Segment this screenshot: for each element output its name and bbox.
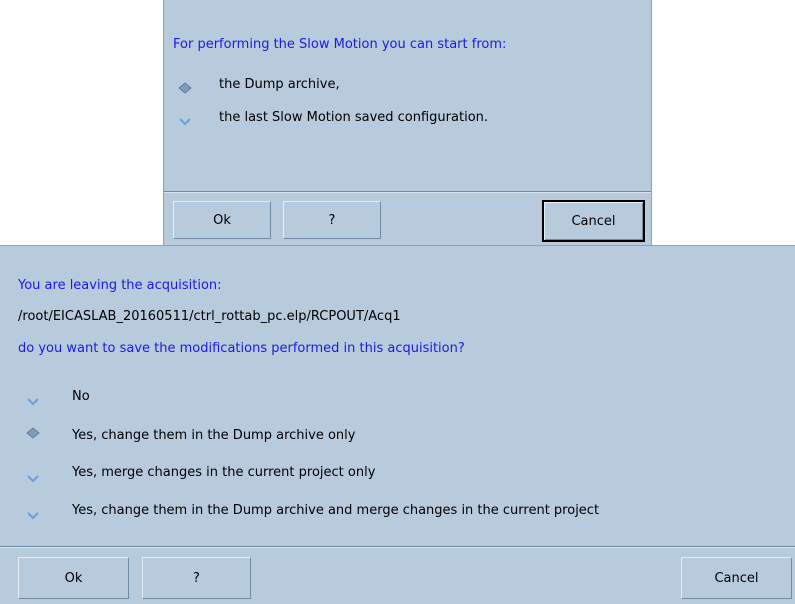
button-separator (164, 191, 651, 193)
radio-change-dump-only[interactable] (26, 427, 40, 439)
radio-unselected-icon (27, 512, 39, 520)
option-change-and-merge-label: Yes, change them in the Dump archive and… (72, 503, 600, 518)
radio-unselected-icon (179, 118, 191, 126)
save-question: do you want to save the modifications pe… (18, 341, 465, 356)
radio-change-and-merge[interactable] (26, 509, 40, 521)
option-last-saved-configuration-label: the last Slow Motion saved configuration… (219, 110, 489, 125)
help-button[interactable]: ? (142, 557, 251, 599)
help-button[interactable]: ? (283, 201, 381, 239)
radio-merge-project-only[interactable] (26, 472, 40, 484)
cancel-button[interactable]: Cancel (681, 557, 792, 599)
cancel-button[interactable]: Cancel (542, 200, 645, 242)
leave-acquisition-dialog: You are leaving the acquisition: /root/E… (0, 245, 795, 604)
acquisition-path: /root/EICASLAB_20160511/ctrl_rottab_pc.e… (18, 309, 401, 324)
option-no-label: No (72, 389, 90, 404)
radio-selected-icon (26, 427, 40, 439)
option-dump-archive-label: the Dump archive, (219, 77, 340, 92)
radio-dump-archive[interactable] (178, 82, 192, 94)
option-change-dump-only-label: Yes, change them in the Dump archive onl… (72, 428, 356, 443)
option-merge-project-only-label: Yes, merge changes in the current projec… (72, 465, 376, 480)
ok-button[interactable]: Ok (173, 201, 271, 239)
slow-motion-message: For performing the Slow Motion you can s… (173, 37, 507, 52)
leave-message-line: You are leaving the acquisition: (18, 278, 222, 293)
radio-last-saved-configuration[interactable] (178, 115, 192, 127)
button-separator (0, 546, 795, 548)
radio-unselected-icon (27, 398, 39, 406)
radio-selected-icon (178, 82, 192, 94)
ok-button[interactable]: Ok (18, 557, 129, 599)
slow-motion-dialog: For performing the Slow Motion you can s… (163, 0, 652, 246)
radio-unselected-icon (27, 475, 39, 483)
radio-no[interactable] (26, 395, 40, 407)
